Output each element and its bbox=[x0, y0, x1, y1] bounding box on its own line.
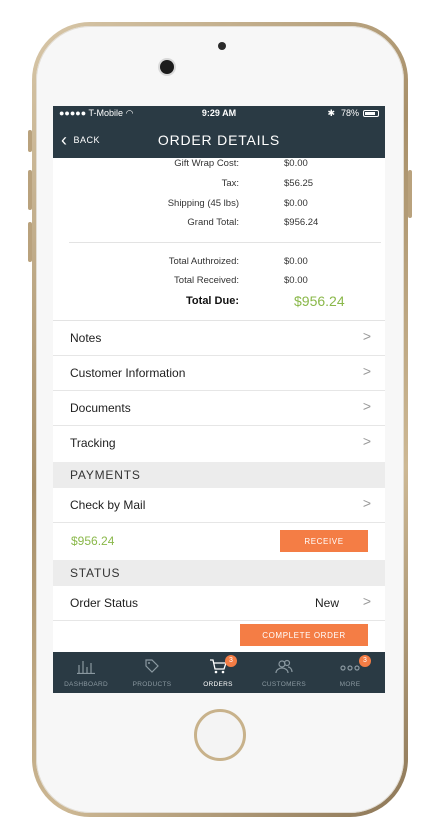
order-status-label: Order Status bbox=[70, 596, 139, 610]
front-camera bbox=[160, 60, 174, 74]
power-button bbox=[408, 170, 412, 218]
more-dots-icon bbox=[317, 658, 383, 677]
gift-wrap-value: $0.00 bbox=[284, 158, 308, 169]
status-header-label: STATUS bbox=[70, 566, 121, 580]
tracking-label: Tracking bbox=[70, 436, 116, 450]
total-authorized-label: Total Authroized: bbox=[168, 256, 239, 267]
complete-order-button[interactable]: COMPLETE ORDER bbox=[240, 624, 368, 646]
tag-icon bbox=[119, 658, 185, 677]
battery-icon bbox=[363, 110, 379, 117]
app-screen: ●●●●● T-Mobile ◠ 9:29 AM ✱ 78% ‹ BACK OR… bbox=[53, 106, 385, 693]
status-section-header: STATUS bbox=[53, 560, 385, 586]
tax-value: $56.25 bbox=[284, 178, 314, 189]
chevron-right-icon: > bbox=[362, 433, 371, 449]
grand-total-value: $956.24 bbox=[284, 217, 319, 228]
tab-orders[interactable]: 3 ORDERS bbox=[185, 652, 251, 693]
payment-method-label: Check by Mail bbox=[70, 498, 146, 512]
documents-label: Documents bbox=[70, 401, 131, 415]
tab-label: MORE bbox=[339, 681, 361, 688]
speaker-dot bbox=[218, 42, 226, 50]
battery-percent: 78% bbox=[340, 108, 359, 118]
summary-divider bbox=[69, 242, 381, 243]
tab-more[interactable]: 3 MORE bbox=[317, 652, 383, 693]
notes-row[interactable]: Notes > bbox=[53, 321, 385, 356]
gift-wrap-row: Gift Wrap Cost: $0.00 bbox=[69, 158, 369, 172]
bar-chart-icon bbox=[53, 658, 119, 677]
more-badge: 3 bbox=[359, 655, 371, 667]
tab-label: DASHBOARD bbox=[64, 681, 108, 688]
grand-total-row: Grand Total: $956.24 bbox=[69, 217, 369, 231]
payment-amount-row: $956.24 RECEIVE bbox=[53, 523, 385, 559]
tracking-row[interactable]: Tracking > bbox=[53, 426, 385, 460]
notes-label: Notes bbox=[70, 331, 102, 345]
total-authorized-row: Total Authroized: $0.00 bbox=[69, 256, 369, 270]
mute-switch bbox=[28, 130, 32, 152]
tab-products[interactable]: PRODUCTS bbox=[119, 652, 185, 693]
order-status-value: New bbox=[314, 596, 339, 610]
shipping-row: Shipping (45 lbs) $0.00 bbox=[69, 198, 369, 212]
payment-method-row[interactable]: Check by Mail > bbox=[53, 488, 385, 523]
total-authorized-value: $0.00 bbox=[284, 256, 308, 267]
total-due-row: Total Due: $956.24 bbox=[69, 293, 369, 309]
clock: 9:29 AM bbox=[201, 108, 237, 118]
chevron-right-icon: > bbox=[362, 328, 371, 344]
payment-amount: $956.24 bbox=[71, 534, 115, 548]
tab-dashboard[interactable]: DASHBOARD bbox=[53, 652, 119, 693]
volume-down-button bbox=[28, 222, 32, 262]
shipping-value: $0.00 bbox=[284, 198, 308, 209]
page-title: ORDER DETAILS bbox=[157, 132, 281, 148]
customer-information-row[interactable]: Customer Information > bbox=[53, 356, 385, 391]
total-received-value: $0.00 bbox=[284, 275, 308, 286]
total-received-row: Total Received: $0.00 bbox=[69, 275, 369, 289]
tab-label: ORDERS bbox=[203, 681, 233, 688]
order-content: Gift Wrap Cost: $0.00 Tax: $56.25 Shippi… bbox=[53, 158, 385, 652]
navigation-bar: ‹ BACK ORDER DETAILS bbox=[53, 122, 385, 158]
home-button[interactable] bbox=[194, 709, 246, 761]
status-bar: ●●●●● T-Mobile ◠ 9:29 AM ✱ 78% bbox=[53, 106, 385, 122]
chevron-right-icon: > bbox=[362, 398, 371, 414]
customer-information-label: Customer Information bbox=[70, 366, 186, 380]
chevron-right-icon: > bbox=[362, 593, 371, 609]
total-due-value: $956.24 bbox=[294, 293, 345, 309]
tab-customers[interactable]: CUSTOMERS bbox=[251, 652, 317, 693]
users-icon bbox=[251, 658, 317, 677]
bottom-tab-bar: DASHBOARD PRODUCTS 3 ORDERS CUSTOMERS 3 … bbox=[53, 652, 385, 693]
payments-section-header: PAYMENTS bbox=[53, 462, 385, 488]
tab-label: CUSTOMERS bbox=[261, 681, 307, 688]
documents-row[interactable]: Documents > bbox=[53, 391, 385, 426]
total-received-label: Total Received: bbox=[174, 275, 239, 286]
tax-row: Tax: $56.25 bbox=[69, 178, 369, 192]
tax-label: Tax: bbox=[221, 178, 239, 189]
volume-up-button bbox=[28, 170, 32, 210]
gift-wrap-label: Gift Wrap Cost: bbox=[174, 158, 239, 169]
order-status-row[interactable]: Order Status New > bbox=[53, 586, 385, 621]
shipping-label: Shipping (45 lbs) bbox=[167, 198, 239, 209]
grand-total-label: Grand Total: bbox=[187, 217, 239, 228]
total-due-label: Total Due: bbox=[186, 295, 239, 307]
receive-button[interactable]: RECEIVE bbox=[280, 530, 368, 552]
bluetooth-icon: ✱ bbox=[327, 108, 335, 118]
chevron-right-icon: > bbox=[362, 495, 371, 511]
chevron-right-icon: > bbox=[362, 363, 371, 379]
tab-label: PRODUCTS bbox=[132, 681, 172, 688]
orders-badge: 3 bbox=[225, 655, 237, 667]
payments-header-label: PAYMENTS bbox=[70, 468, 141, 482]
cart-icon bbox=[185, 658, 251, 677]
